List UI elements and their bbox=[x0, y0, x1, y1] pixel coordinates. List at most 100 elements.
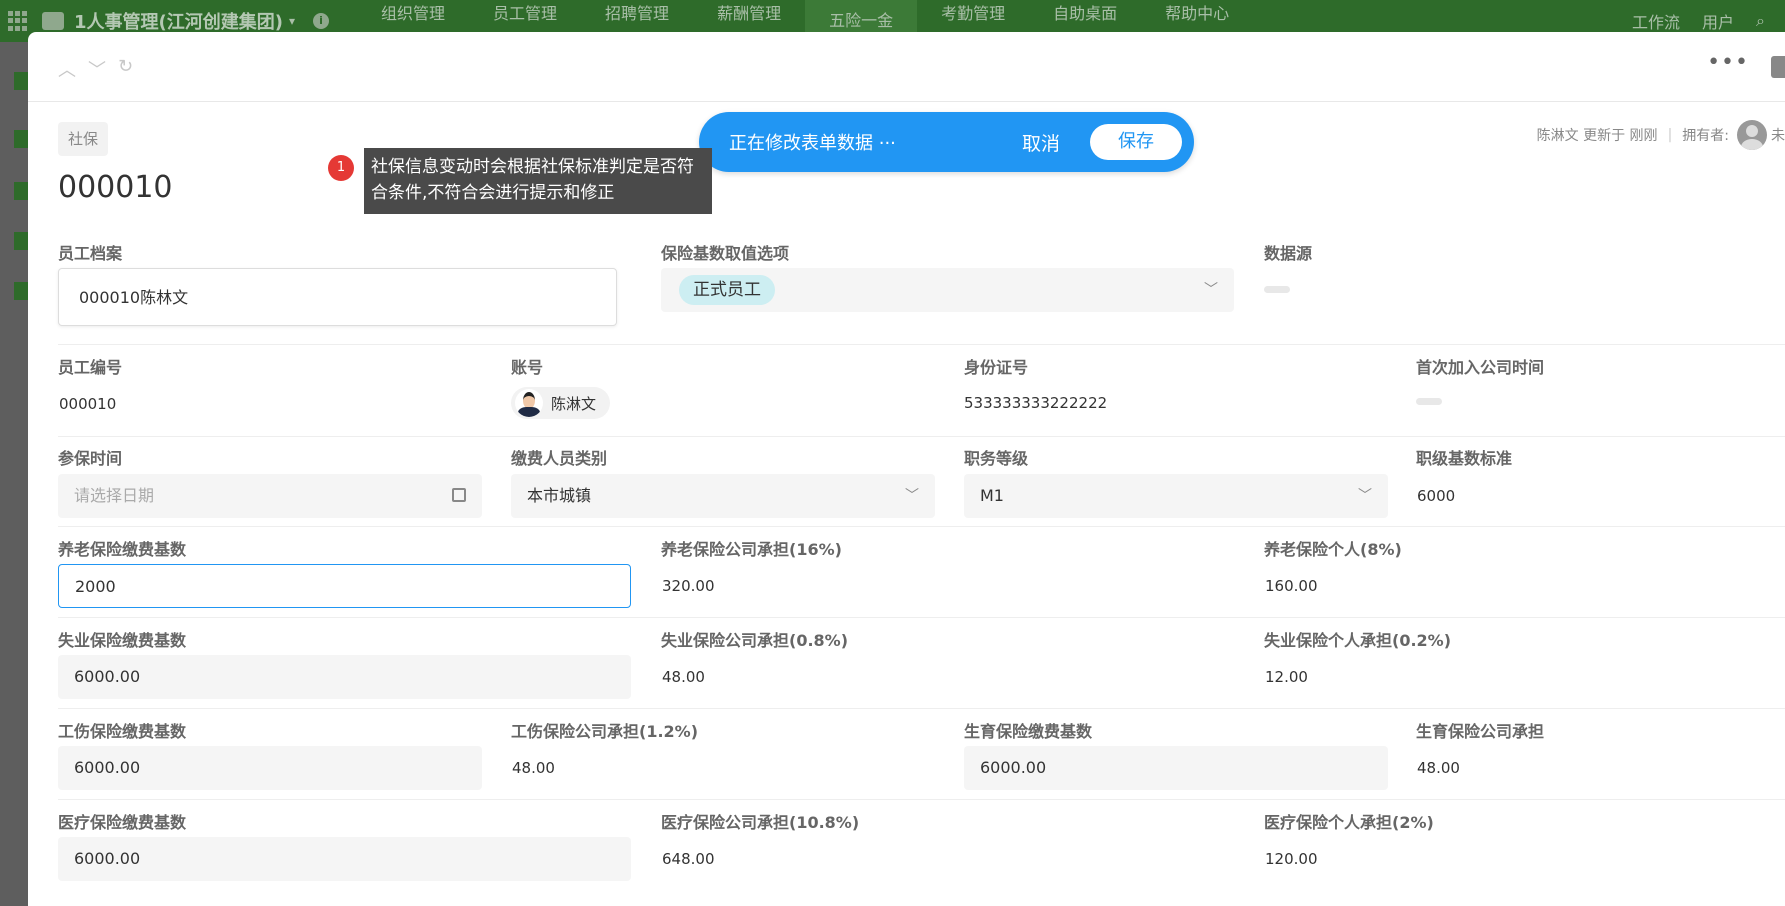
pension-base-label: 养老保险缴费基数 bbox=[58, 540, 187, 559]
record-nav: ︿ ﹀ ↻ bbox=[58, 56, 133, 82]
job-level-label: 职务等级 bbox=[964, 449, 1029, 468]
record-title: 000010 bbox=[58, 170, 173, 205]
data-source-label: 数据源 bbox=[1264, 244, 1313, 263]
unemp-base-field[interactable]: 6000.00 bbox=[58, 655, 631, 699]
user-avatar bbox=[515, 389, 543, 417]
account-value: 陈淋文 bbox=[551, 394, 597, 413]
chevron-down-icon[interactable]: ▾ bbox=[289, 14, 295, 28]
modal-toolbar: ︿ ﹀ ↻ ••• bbox=[28, 32, 1785, 102]
employee-file-label: 员工档案 bbox=[58, 244, 123, 263]
insure-date-picker[interactable]: 请选择日期 bbox=[58, 474, 482, 518]
unemp-personal-label: 失业保险个人承担(0.2%) bbox=[1264, 631, 1452, 650]
more-icon[interactable]: ••• bbox=[1707, 50, 1749, 75]
first-join-label: 首次加入公司时间 bbox=[1416, 358, 1545, 377]
row-divider bbox=[58, 436, 1785, 437]
base-option-label: 保险基数取值选项 bbox=[661, 244, 790, 263]
record-meta: 陈淋文 更新于 刚刚 | 拥有者: 未 bbox=[1537, 120, 1785, 150]
chevron-down-icon: ﹀ bbox=[905, 488, 919, 504]
employee-no-value: 000010 bbox=[59, 395, 117, 413]
medical-personal-value: 120.00 bbox=[1265, 850, 1318, 868]
pension-base-input[interactable]: 2000 bbox=[58, 564, 631, 608]
id-no-value: 533333333222222 bbox=[964, 394, 1108, 412]
medical-company-label: 医疗保险公司承担(10.8%) bbox=[661, 813, 860, 832]
row-divider bbox=[58, 708, 1785, 709]
medical-base-value: 6000.00 bbox=[74, 849, 141, 868]
record-type-tag: 社保 bbox=[58, 122, 109, 156]
pension-company-label: 养老保险公司承担(16%) bbox=[661, 540, 842, 559]
app-logo-icon bbox=[42, 12, 64, 30]
chevron-down-icon[interactable]: ﹀ bbox=[88, 56, 106, 82]
maternity-company-label: 生育保险公司承担 bbox=[1416, 722, 1545, 741]
payer-type-label: 缴费人员类别 bbox=[511, 449, 608, 468]
medical-base-label: 医疗保险缴费基数 bbox=[58, 813, 187, 832]
medical-base-field[interactable]: 6000.00 bbox=[58, 837, 631, 881]
owner-avatar[interactable] bbox=[1737, 120, 1767, 150]
chevron-down-icon: ﹀ bbox=[1204, 282, 1218, 298]
injury-base-value: 6000.00 bbox=[74, 758, 141, 777]
unemp-company-value: 48.00 bbox=[662, 668, 705, 686]
unemp-base-value: 6000.00 bbox=[74, 667, 141, 686]
payer-type-select[interactable]: 本市城镇 ﹀ bbox=[511, 474, 935, 518]
maternity-base-field[interactable]: 6000.00 bbox=[964, 746, 1388, 790]
level-base-value: 6000 bbox=[1417, 487, 1456, 505]
edit-status-message: 正在修改表单数据 ··· bbox=[729, 133, 896, 154]
injury-base-field[interactable]: 6000.00 bbox=[58, 746, 482, 790]
updated-info: 陈淋文 更新于 刚刚 bbox=[1536, 128, 1658, 144]
insure-date-label: 参保时间 bbox=[58, 449, 123, 468]
calendar-icon bbox=[452, 488, 466, 502]
payer-type-value: 本市城镇 bbox=[527, 486, 592, 505]
app-title[interactable]: 1人事管理(江河创建集团) bbox=[74, 8, 283, 34]
app-grid-icon[interactable] bbox=[8, 11, 28, 31]
maternity-base-value: 6000.00 bbox=[980, 758, 1047, 777]
medical-company-value: 648.00 bbox=[662, 850, 715, 868]
tip-badge[interactable]: 1 bbox=[328, 155, 354, 181]
side-toggle-button[interactable] bbox=[1771, 56, 1785, 78]
base-option-select[interactable]: 正式员工 ﹀ bbox=[661, 268, 1234, 312]
account-user-chip[interactable]: 陈淋文 bbox=[511, 387, 611, 419]
base-option-chip: 正式员工 bbox=[679, 275, 775, 305]
chevron-down-icon: ﹀ bbox=[1358, 488, 1372, 504]
users-link[interactable]: 用户 bbox=[1702, 9, 1734, 33]
tip-text: 社保信息变动时会根据社保标准判定是否符合条件,不符合会进行提示和修正 bbox=[364, 148, 712, 214]
info-icon[interactable]: i bbox=[313, 13, 330, 29]
injury-company-value: 48.00 bbox=[512, 759, 555, 777]
job-level-select[interactable]: M1 ﹀ bbox=[964, 474, 1388, 518]
job-level-value: M1 bbox=[980, 486, 1004, 505]
data-source-empty bbox=[1264, 286, 1290, 293]
maternity-company-value: 48.00 bbox=[1417, 759, 1460, 777]
row-divider bbox=[58, 617, 1785, 618]
first-join-empty bbox=[1416, 398, 1442, 405]
employee-file-value: 000010陈林文 bbox=[79, 288, 189, 307]
employee-file-field[interactable]: 000010陈林文 bbox=[58, 268, 617, 326]
injury-base-label: 工伤保险缴费基数 bbox=[58, 722, 187, 741]
meta-divider: | bbox=[1667, 127, 1673, 143]
unemp-personal-value: 12.00 bbox=[1265, 668, 1308, 686]
workflow-link[interactable]: 工作流 bbox=[1632, 9, 1680, 33]
owner-label: 拥有者: bbox=[1682, 128, 1729, 144]
injury-company-label: 工伤保险公司承担(1.2%) bbox=[511, 722, 699, 741]
chevron-up-icon[interactable]: ︿ bbox=[58, 56, 76, 82]
pension-personal-value: 160.00 bbox=[1265, 577, 1318, 595]
row-divider bbox=[58, 344, 1785, 345]
medical-personal-label: 医疗保险个人承担(2%) bbox=[1264, 813, 1434, 832]
owner-name[interactable]: 未 bbox=[1771, 125, 1785, 145]
search-icon[interactable]: ⌕ bbox=[1756, 11, 1765, 31]
id-no-label: 身份证号 bbox=[964, 358, 1029, 377]
unemp-company-label: 失业保险公司承担(0.8%) bbox=[661, 631, 849, 650]
cancel-button[interactable]: 取消 bbox=[1022, 129, 1060, 156]
pension-company-value: 320.00 bbox=[662, 577, 715, 595]
account-label: 账号 bbox=[511, 358, 544, 377]
level-base-label: 职级基数标准 bbox=[1416, 449, 1513, 468]
unemp-base-label: 失业保险缴费基数 bbox=[58, 631, 187, 650]
topnav-right: 工作流 用户 ⌕ bbox=[1632, 9, 1785, 33]
maternity-base-label: 生育保险缴费基数 bbox=[964, 722, 1093, 741]
row-divider bbox=[58, 526, 1785, 527]
sidebar-dimmed bbox=[0, 42, 30, 906]
refresh-icon[interactable]: ↻ bbox=[118, 56, 133, 82]
pension-base-value: 2000 bbox=[75, 577, 116, 596]
save-button[interactable]: 保存 bbox=[1090, 124, 1182, 160]
pension-personal-label: 养老保险个人(8%) bbox=[1264, 540, 1402, 559]
record-modal: ︿ ﹀ ↻ ••• 正在修改表单数据 ··· 取消 保存 陈淋文 更新于 刚刚 … bbox=[28, 32, 1785, 906]
row-divider bbox=[58, 799, 1785, 800]
edit-status-bar: 正在修改表单数据 ··· 取消 保存 bbox=[699, 112, 1194, 172]
